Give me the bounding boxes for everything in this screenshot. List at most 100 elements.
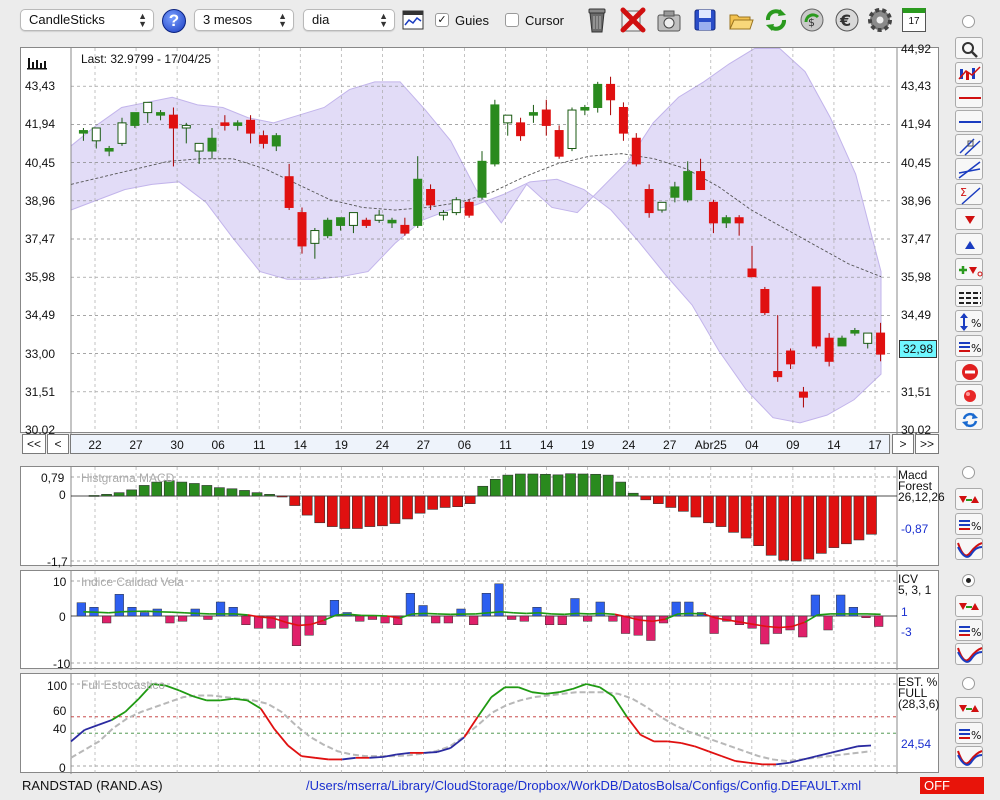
macd-tick-bottom: -1,7 xyxy=(47,555,68,569)
icv-panel[interactable]: Indice Calidad Vela 10 0 -10 ICV 5, 3, 1… xyxy=(20,570,939,671)
horizontal-blue-line-button[interactable] xyxy=(955,110,983,132)
icv-bar xyxy=(823,615,833,631)
percent-lines-icon: % xyxy=(959,729,981,742)
icv-signal-line xyxy=(538,612,552,615)
record-button[interactable] xyxy=(955,384,983,406)
macd-bar xyxy=(853,495,865,541)
candle-body xyxy=(593,83,603,108)
nav-next-button[interactable]: > xyxy=(892,434,914,454)
candle-body xyxy=(464,201,474,216)
add-signal-button[interactable] xyxy=(955,258,983,280)
date-navigation: << < 22 27 30 06 11 14 19 24 27 06 11 14 19 24 27 Abr25… xyxy=(22,434,939,454)
nav-last-button[interactable]: >> xyxy=(915,434,939,454)
percent-scale-button[interactable]: % xyxy=(955,310,983,332)
macd-curve-button[interactable] xyxy=(955,538,983,560)
arrow-down-button[interactable] xyxy=(955,208,983,230)
stoch-k-line xyxy=(694,745,709,753)
icv-bar xyxy=(165,615,175,624)
icv-bar xyxy=(747,615,757,629)
price-panel[interactable]: Last: 32.9799 - 17/04/25 43,43 41,94 40,45… xyxy=(20,42,940,437)
candle-body xyxy=(477,160,487,198)
icv-levels-button[interactable]: % xyxy=(955,619,983,641)
price-tick-right: 43,43 xyxy=(901,79,932,94)
sum-tool-button[interactable]: Σ xyxy=(955,183,983,205)
euro-icon[interactable]: € xyxy=(833,6,861,34)
stoch-k-line xyxy=(857,744,872,748)
macd-bar xyxy=(690,495,702,518)
horizontal-red-line-button[interactable] xyxy=(955,86,983,108)
macd-bar xyxy=(540,473,551,497)
guides-checkbox[interactable]: ✓ xyxy=(435,13,449,27)
config-path-link[interactable]: /Users/mserra/Library/CloudStorage/Dropb… xyxy=(306,778,861,793)
candles-icon xyxy=(958,66,981,80)
cursor-label: Cursor xyxy=(525,13,565,28)
macd-bar xyxy=(88,495,100,497)
price-chart[interactable] xyxy=(21,48,940,434)
stoch-k-line xyxy=(450,736,465,749)
icv-bar xyxy=(874,615,884,627)
guides-label: Guies xyxy=(455,13,489,28)
zoom-tool-button[interactable] xyxy=(955,37,983,59)
icv-signal-line xyxy=(500,611,514,614)
stoch-signal-button[interactable] xyxy=(955,697,983,719)
icv-signal-button[interactable] xyxy=(955,595,983,617)
candle-body xyxy=(361,219,371,226)
stoch-panel-radio[interactable] xyxy=(962,677,975,690)
settings-gear-icon[interactable] xyxy=(866,6,894,34)
candle-body xyxy=(323,219,333,237)
macd-panel[interactable]: Histgrama MACD 0,79 0 -1,7 Macd Forest 2… xyxy=(20,466,945,569)
candle-body xyxy=(400,224,410,234)
chart-window-icon[interactable] xyxy=(402,10,424,30)
nav-prev-button[interactable]: < xyxy=(47,434,69,454)
trash-icon[interactable] xyxy=(583,6,611,34)
macd-panel-radio[interactable] xyxy=(962,466,975,479)
stop-button[interactable] xyxy=(955,360,983,382)
arrow-up-button[interactable] xyxy=(955,233,983,255)
icv-bar xyxy=(178,615,188,622)
open-folder-icon[interactable] xyxy=(727,6,755,34)
macd-bar xyxy=(615,481,627,497)
macd-signal-button[interactable] xyxy=(955,488,983,510)
stoch-panel[interactable]: Full Estocastico 100 60 40 0 EST. % FULL… xyxy=(20,673,939,775)
camera-icon[interactable] xyxy=(655,6,683,34)
svg-text:%: % xyxy=(971,520,981,533)
grid-lines-button[interactable] xyxy=(955,285,983,307)
period-select[interactable]: 3 mesos ▲ ▼ xyxy=(194,9,294,31)
nav-first-button[interactable]: << xyxy=(22,434,46,454)
channel-tool-button[interactable] xyxy=(955,134,983,156)
price-tick-right: 38,96 xyxy=(901,193,932,208)
trendline-tool-button[interactable] xyxy=(955,158,983,180)
help-icon[interactable]: ? xyxy=(162,9,186,33)
off-indicator[interactable]: OFF xyxy=(920,777,984,794)
icv-signal-line xyxy=(235,613,248,616)
candle-body xyxy=(438,212,448,216)
magnifier-icon xyxy=(962,42,978,58)
chart-style-button[interactable] xyxy=(955,62,983,84)
macd-levels-button[interactable]: % xyxy=(955,513,983,535)
cursor-checkbox[interactable] xyxy=(505,13,519,27)
money-icon[interactable]: $ xyxy=(798,6,826,34)
date-axis[interactable]: 22 27 30 06 11 14 19 24 27 06 11 14 19 24 27 Abr25 04 09 1… xyxy=(70,434,890,454)
delete-x-icon[interactable] xyxy=(619,6,647,34)
icv-bar xyxy=(798,615,808,638)
chart-type-select[interactable]: CandleSticks ▲ ▼ xyxy=(20,9,154,31)
percent-lines-button[interactable]: % xyxy=(955,335,983,357)
macd-bar xyxy=(678,495,689,512)
stoch-k-line xyxy=(531,691,546,695)
refresh-icon[interactable] xyxy=(762,6,790,34)
icv-curve-button[interactable] xyxy=(955,643,983,665)
up-down-arrows-icon xyxy=(959,603,979,610)
calendar-icon[interactable]: 17 xyxy=(902,8,926,32)
icv-value-b: -3 xyxy=(901,625,912,639)
main-panel-radio[interactable] xyxy=(962,15,975,28)
candle-body xyxy=(348,212,358,226)
sync-button[interactable] xyxy=(955,408,983,430)
stoch-levels-button[interactable]: % xyxy=(955,722,983,744)
icv-panel-radio[interactable] xyxy=(962,574,975,587)
stoch-curve-button[interactable] xyxy=(955,746,983,768)
icv-bar xyxy=(241,615,251,625)
save-icon[interactable] xyxy=(691,6,719,34)
last-price-label: Last: 32.9799 - 17/04/25 xyxy=(81,52,212,66)
interval-select[interactable]: dia ▲ ▼ xyxy=(303,9,395,31)
percent-lines-icon: % xyxy=(959,342,981,355)
